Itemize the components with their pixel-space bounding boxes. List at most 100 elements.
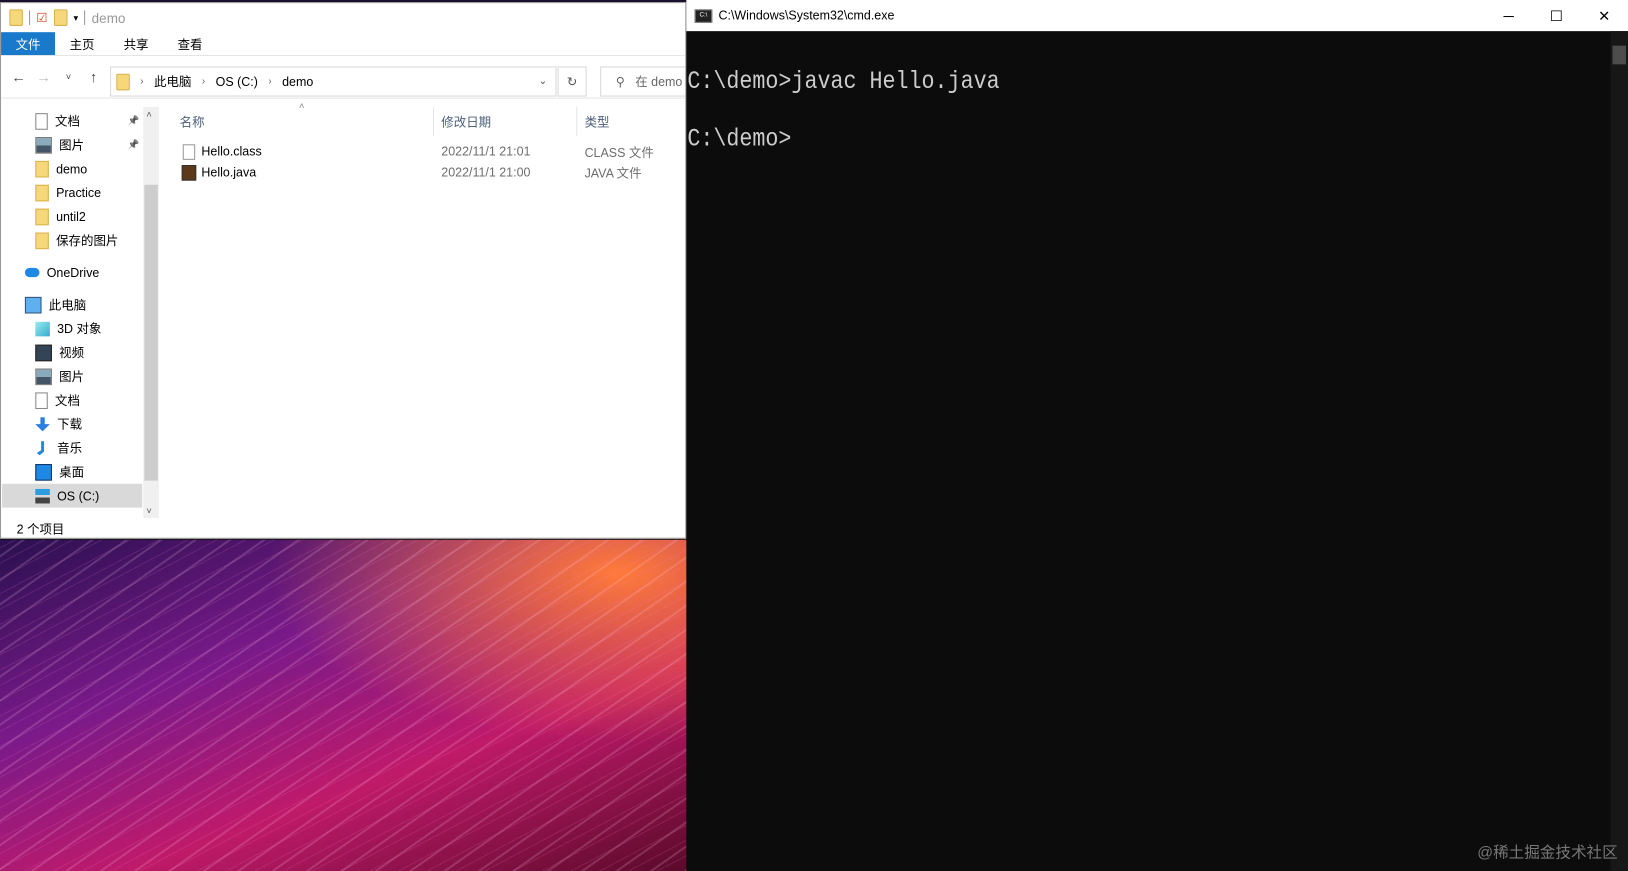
address-bar[interactable]: › 此电脑 › OS (C:) › demo ⌄ (110, 66, 557, 97)
pictures-icon (35, 368, 52, 385)
folder-icon (116, 73, 130, 90)
pictures-icon (35, 136, 52, 154)
sidebar-item[interactable]: Practice (2, 181, 142, 205)
scroll-down-icon[interactable]: ˅ (146, 506, 151, 516)
back-button[interactable]: ← (11, 69, 26, 86)
document-icon (35, 391, 48, 409)
sidebar-item-label: 桌面 (59, 465, 85, 480)
close-button[interactable]: ✕ (1580, 0, 1628, 31)
sidebar-item-label: 3D 对象 (57, 321, 102, 337)
sidebar-item[interactable]: 视频 (2, 340, 142, 364)
cmd-title: C:\Windows\System32\cmd.exe (718, 8, 895, 23)
sidebar-item[interactable]: 下载 (2, 412, 142, 436)
sidebar-item[interactable]: 文档 📌 (2, 109, 142, 133)
tab-home[interactable]: 主页 (55, 32, 109, 55)
terminal-output[interactable]: C:\demo>javac Hello.java C:\demo> (687, 54, 999, 168)
terminal-line: C:\demo>javac Hello.java (687, 68, 1000, 97)
chevron-right-icon: › (201, 75, 206, 88)
sidebar-item-label: 此电脑 (48, 297, 87, 313)
3d-objects-icon (35, 321, 50, 336)
sidebar-item[interactable]: 此电脑 (2, 293, 142, 317)
cmd-title-bar[interactable]: C:\ C:\Windows\System32\cmd.exe ─ ☐ ✕ (686, 0, 1628, 32)
column-header-name[interactable]: 名称 (180, 107, 205, 136)
address-dropdown-icon[interactable]: ⌄ (538, 76, 547, 87)
refresh-button[interactable]: ↻ (557, 66, 587, 97)
document-icon (35, 112, 48, 130)
cmd-scrollbar[interactable] (1610, 31, 1628, 871)
terminal-line: C:\demo> (687, 125, 792, 154)
file-modified: 2022/11/1 21:01 (441, 144, 531, 159)
column-header-type[interactable]: 类型 (585, 107, 610, 136)
tab-share[interactable]: 共享 (109, 32, 163, 55)
sidebar-item[interactable]: 音乐 (2, 436, 142, 460)
search-input[interactable]: ⚲ 在 demo (600, 66, 686, 97)
sidebar-item[interactable]: 图片 📌 (2, 133, 142, 157)
sidebar-item[interactable]: 图片 (2, 364, 142, 388)
sidebar-item-label: 音乐 (57, 441, 83, 456)
sidebar-item[interactable]: until2 (2, 205, 142, 229)
file-type: JAVA 文件 (584, 165, 642, 181)
window-title: demo (91, 9, 126, 26)
desktop-icon (35, 463, 52, 481)
folder-icon (35, 232, 49, 249)
customize-toolbar-icon[interactable]: ▾ (73, 12, 78, 23)
sidebar-item[interactable]: 文档 (2, 388, 142, 412)
sidebar-item[interactable]: demo (2, 157, 142, 181)
navigation-pane: OS (C:) 桌面 音乐 下载 文档 图片 视频 3D 对象 此电脑 OneDrive 保存的图片… (2, 106, 159, 519)
tab-view[interactable]: 查看 (163, 32, 217, 55)
column-divider[interactable] (576, 106, 578, 136)
sidebar-item[interactable]: 3D 对象 (2, 317, 142, 341)
folder-icon (35, 184, 49, 201)
sidebar-item-label: 视频 (59, 345, 85, 361)
scroll-up-icon[interactable]: ˄ (146, 109, 151, 119)
sort-ascending-icon: ˄ (299, 100, 305, 112)
quick-access-toolbar: ☑ ▾ demo (1, 3, 685, 32)
desktop-wallpaper (0, 539, 688, 871)
scrollbar-thumb[interactable] (1612, 45, 1626, 65)
divider (29, 10, 31, 25)
sidebar-item-label: 图片 (59, 138, 85, 153)
sidebar-item-label: demo (56, 161, 88, 176)
divider (84, 10, 86, 25)
file-explorer-window: ☑ ▾ demo 文件 主页 共享 查看 ← → ˅ ↑ › 此电脑 › OS … (0, 2, 687, 539)
videos-icon (35, 344, 52, 361)
sidebar-item-label: 图片 (59, 369, 85, 385)
download-icon (35, 416, 50, 432)
sidebar-item[interactable]: 桌面 (2, 460, 142, 484)
pin-icon[interactable]: 📌 (128, 139, 140, 150)
breadcrumb-drive[interactable]: OS (C:) (216, 74, 258, 89)
file-row[interactable]: Hello.class 2022/11/1 21:01 CLASS 文件 (167, 141, 685, 162)
forward-button[interactable]: → (36, 69, 51, 86)
cmd-icon: C:\ (694, 8, 713, 23)
new-folder-icon[interactable] (53, 9, 68, 26)
sidebar-item[interactable]: OS (C:) (2, 483, 143, 508)
sidebar-item[interactable]: 保存的图片 (2, 228, 142, 252)
pin-icon[interactable]: 📌 (128, 115, 140, 126)
breadcrumb-demo[interactable]: demo (282, 74, 313, 89)
sidebar-item-label: until2 (56, 209, 86, 224)
scrollbar[interactable]: ˄ ˅ (143, 106, 159, 519)
scrollbar-thumb[interactable] (144, 184, 158, 481)
file-name: Hello.class (201, 144, 262, 159)
minimize-button[interactable]: ─ (1485, 0, 1533, 31)
file-name: Hello.java (201, 165, 257, 180)
watermark: @稀土掘金技术社区 (1477, 843, 1618, 862)
recent-locations-button[interactable]: ˅ (61, 72, 76, 82)
up-button[interactable]: ↑ (86, 69, 101, 86)
sidebar-item-label: Practice (56, 185, 102, 200)
sidebar-item-label: OneDrive (46, 265, 100, 280)
folder-icon (35, 160, 49, 177)
maximize-button[interactable]: ☐ (1533, 0, 1581, 31)
sidebar-item-label: OS (C:) (57, 488, 100, 503)
breadcrumb-this-pc[interactable]: 此电脑 (154, 73, 191, 91)
file-icon (182, 143, 196, 160)
column-header-modified[interactable]: 修改日期 (441, 107, 491, 136)
file-row[interactable]: Hello.java 2022/11/1 21:00 JAVA 文件 (167, 162, 685, 183)
sidebar-item[interactable]: OneDrive (2, 261, 142, 285)
column-divider[interactable] (432, 106, 435, 136)
onedrive-icon (24, 267, 40, 278)
folder-icon (9, 9, 23, 26)
computer-icon (24, 296, 42, 313)
properties-icon[interactable]: ☑ (36, 10, 47, 25)
tab-file[interactable]: 文件 (1, 32, 56, 56)
